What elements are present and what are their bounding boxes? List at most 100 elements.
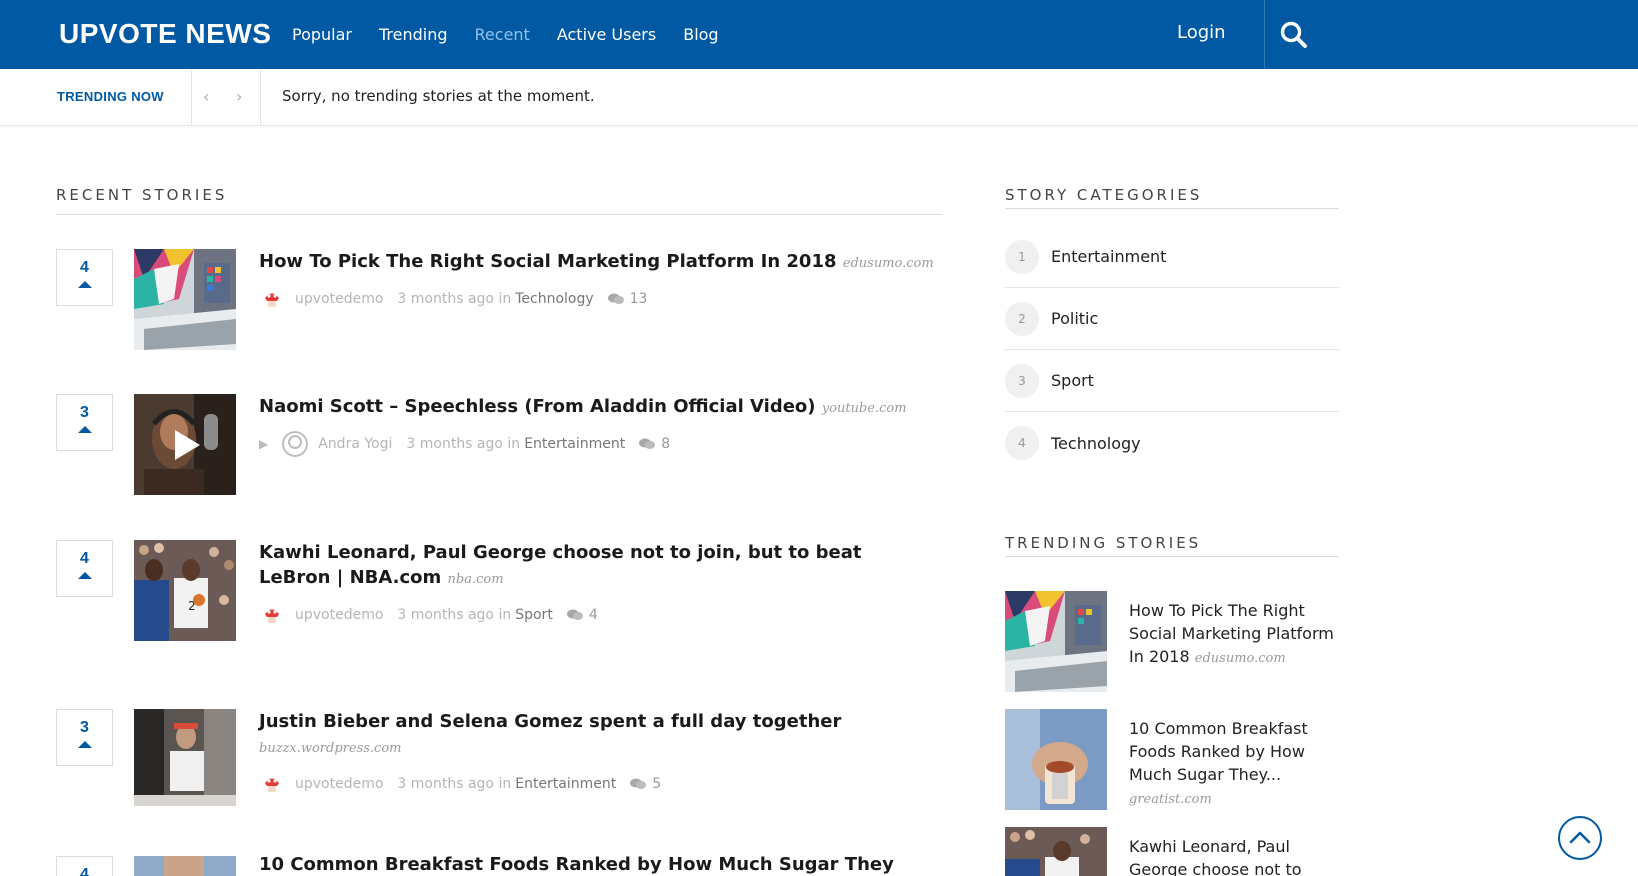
nav-popular[interactable]: Popular <box>292 25 352 44</box>
story-author[interactable]: upvotedemo <box>295 776 383 792</box>
section-rule <box>1005 208 1339 209</box>
story-thumbnail[interactable] <box>134 856 236 876</box>
story-domain[interactable]: edusumo.com <box>843 256 934 271</box>
trending-now-bar: TRENDING NOW ‹ › Sorry, no trending stor… <box>0 69 1638 126</box>
comments-icon <box>630 778 647 789</box>
story-domain[interactable]: nba.com <box>448 572 504 587</box>
nav-active-users[interactable]: Active Users <box>557 25 656 44</box>
trending-story-text: 10 Common Breakfast Foods Ranked by How … <box>1129 717 1339 811</box>
search-icon <box>1280 21 1307 48</box>
story-body: How To Pick The Right Social Marketing P… <box>259 249 939 313</box>
avatar[interactable] <box>259 286 285 312</box>
trending-story-title[interactable]: 10 Common Breakfast Foods Ranked by How … <box>1129 719 1308 784</box>
category-number: 3 <box>1005 363 1039 398</box>
trending-story-title[interactable]: Kawhi Leonard, Paul George choose not to… <box>1129 837 1302 876</box>
divider <box>191 69 192 125</box>
section-rule <box>1005 556 1339 557</box>
story-time: 3 months ago in <box>406 436 521 452</box>
chevron-left-icon[interactable]: ‹ <box>203 87 209 106</box>
section-rule <box>56 214 942 215</box>
story-body: 10 Common Breakfast Foods Ranked by How … <box>259 854 939 876</box>
category-name[interactable]: Sport <box>1051 371 1094 390</box>
chevron-right-icon[interactable]: › <box>236 87 242 106</box>
trending-now-label: TRENDING NOW <box>57 89 164 104</box>
story-thumbnail[interactable] <box>134 394 236 495</box>
upvote-arrow-icon <box>77 426 92 433</box>
upvote-button[interactable]: 4 <box>56 249 113 306</box>
vote-count: 4 <box>80 259 89 276</box>
story-author[interactable]: upvotedemo <box>295 291 383 307</box>
category-name[interactable]: Technology <box>1051 434 1141 453</box>
comments-icon <box>607 293 624 304</box>
trending-story-domain[interactable]: edusumo.com <box>1195 651 1286 666</box>
category-number: 1 <box>1005 239 1039 274</box>
nav-trending[interactable]: Trending <box>379 25 448 44</box>
story-category[interactable]: Entertainment <box>515 776 616 792</box>
main-nav: Popular Trending Recent Active Users Blo… <box>292 0 746 69</box>
story-title[interactable]: How To Pick The Right Social Marketing P… <box>259 251 837 272</box>
trending-stories-title: TRENDING STORIES <box>1005 534 1202 552</box>
story-title[interactable]: 10 Common Breakfast Foods Ranked by How … <box>259 854 894 876</box>
trending-thumbnail[interactable] <box>1005 827 1107 876</box>
category-number: 4 <box>1005 426 1039 460</box>
vote-count: 3 <box>80 719 89 736</box>
play-icon: ▶ <box>259 437 269 451</box>
story-title[interactable]: Justin Bieber and Selena Gomez spent a f… <box>259 711 841 732</box>
avatar[interactable] <box>259 771 285 797</box>
story-author[interactable]: upvotedemo <box>295 607 383 623</box>
category-name[interactable]: Entertainment <box>1051 247 1166 266</box>
recent-stories-title: RECENT STORIES <box>56 186 228 204</box>
story-domain[interactable]: buzzx.wordpress.com <box>259 741 402 756</box>
story-author[interactable]: Andra Yogi <box>318 436 392 452</box>
category-item-entertainment[interactable]: 1 Entertainment <box>1005 226 1339 288</box>
story-meta: upvotedemo 3 months ago in Technology 13 <box>259 285 939 313</box>
trending-thumbnail[interactable] <box>1005 709 1107 810</box>
comment-count[interactable]: 4 <box>589 607 598 623</box>
story-thumbnail[interactable] <box>134 709 236 806</box>
back-to-top-button[interactable] <box>1558 816 1602 860</box>
divider <box>260 69 261 125</box>
comment-count[interactable]: 8 <box>661 436 670 452</box>
nav-divider <box>1264 0 1265 69</box>
story-time: 3 months ago in <box>397 291 512 307</box>
story-thumbnail[interactable] <box>134 249 236 350</box>
category-name[interactable]: Politic <box>1051 309 1098 328</box>
upvote-arrow-icon <box>77 572 92 579</box>
category-item-technology[interactable]: 4 Technology <box>1005 412 1339 474</box>
story-category[interactable]: Sport <box>515 607 553 623</box>
upvote-arrow-icon <box>77 281 92 288</box>
trending-thumbnail[interactable] <box>1005 591 1107 692</box>
story-title[interactable]: Kawhi Leonard, Paul George choose not to… <box>259 542 862 588</box>
comment-count[interactable]: 5 <box>652 776 661 792</box>
category-item-sport[interactable]: 3 Sport <box>1005 350 1339 412</box>
upvote-button[interactable]: 3 <box>56 709 113 766</box>
story-thumbnail[interactable]: 2 <box>134 540 236 641</box>
category-item-politic[interactable]: 2 Politic <box>1005 288 1339 350</box>
vote-count: 3 <box>80 404 89 421</box>
story-body: Kawhi Leonard, Paul George choose not to… <box>259 540 939 629</box>
story-domain[interactable]: youtube.com <box>822 401 907 416</box>
story-categories-title: STORY CATEGORIES <box>1005 186 1203 204</box>
story-meta: ▶ Andra Yogi 3 months ago in Entertainme… <box>259 430 939 458</box>
site-logo[interactable]: UPVOTE NEWS <box>59 18 271 50</box>
story-body: Naomi Scott – Speechless (From Aladdin O… <box>259 394 939 458</box>
story-time: 3 months ago in <box>397 776 512 792</box>
trending-story-domain[interactable]: greatist.com <box>1129 792 1212 807</box>
comment-count[interactable]: 13 <box>630 291 648 307</box>
nav-blog[interactable]: Blog <box>683 25 718 44</box>
story-time: 3 months ago in <box>397 607 512 623</box>
trending-story-text: Kawhi Leonard, Paul George choose not to… <box>1129 835 1339 876</box>
upvote-button[interactable]: 4 <box>56 856 113 876</box>
story-category[interactable]: Entertainment <box>524 436 625 452</box>
login-link[interactable]: Login <box>1177 22 1226 43</box>
story-category[interactable]: Technology <box>515 291 593 307</box>
story-title[interactable]: Naomi Scott – Speechless (From Aladdin O… <box>259 396 816 417</box>
trending-message: Sorry, no trending stories at the moment… <box>282 87 595 105</box>
avatar[interactable] <box>259 602 285 628</box>
upvote-button[interactable]: 3 <box>56 394 113 451</box>
story-meta: upvotedemo 3 months ago in Entertainment… <box>259 770 939 798</box>
search-button[interactable] <box>1279 20 1309 50</box>
avatar[interactable] <box>282 431 309 457</box>
upvote-button[interactable]: 4 <box>56 540 113 597</box>
nav-recent[interactable]: Recent <box>475 25 530 44</box>
